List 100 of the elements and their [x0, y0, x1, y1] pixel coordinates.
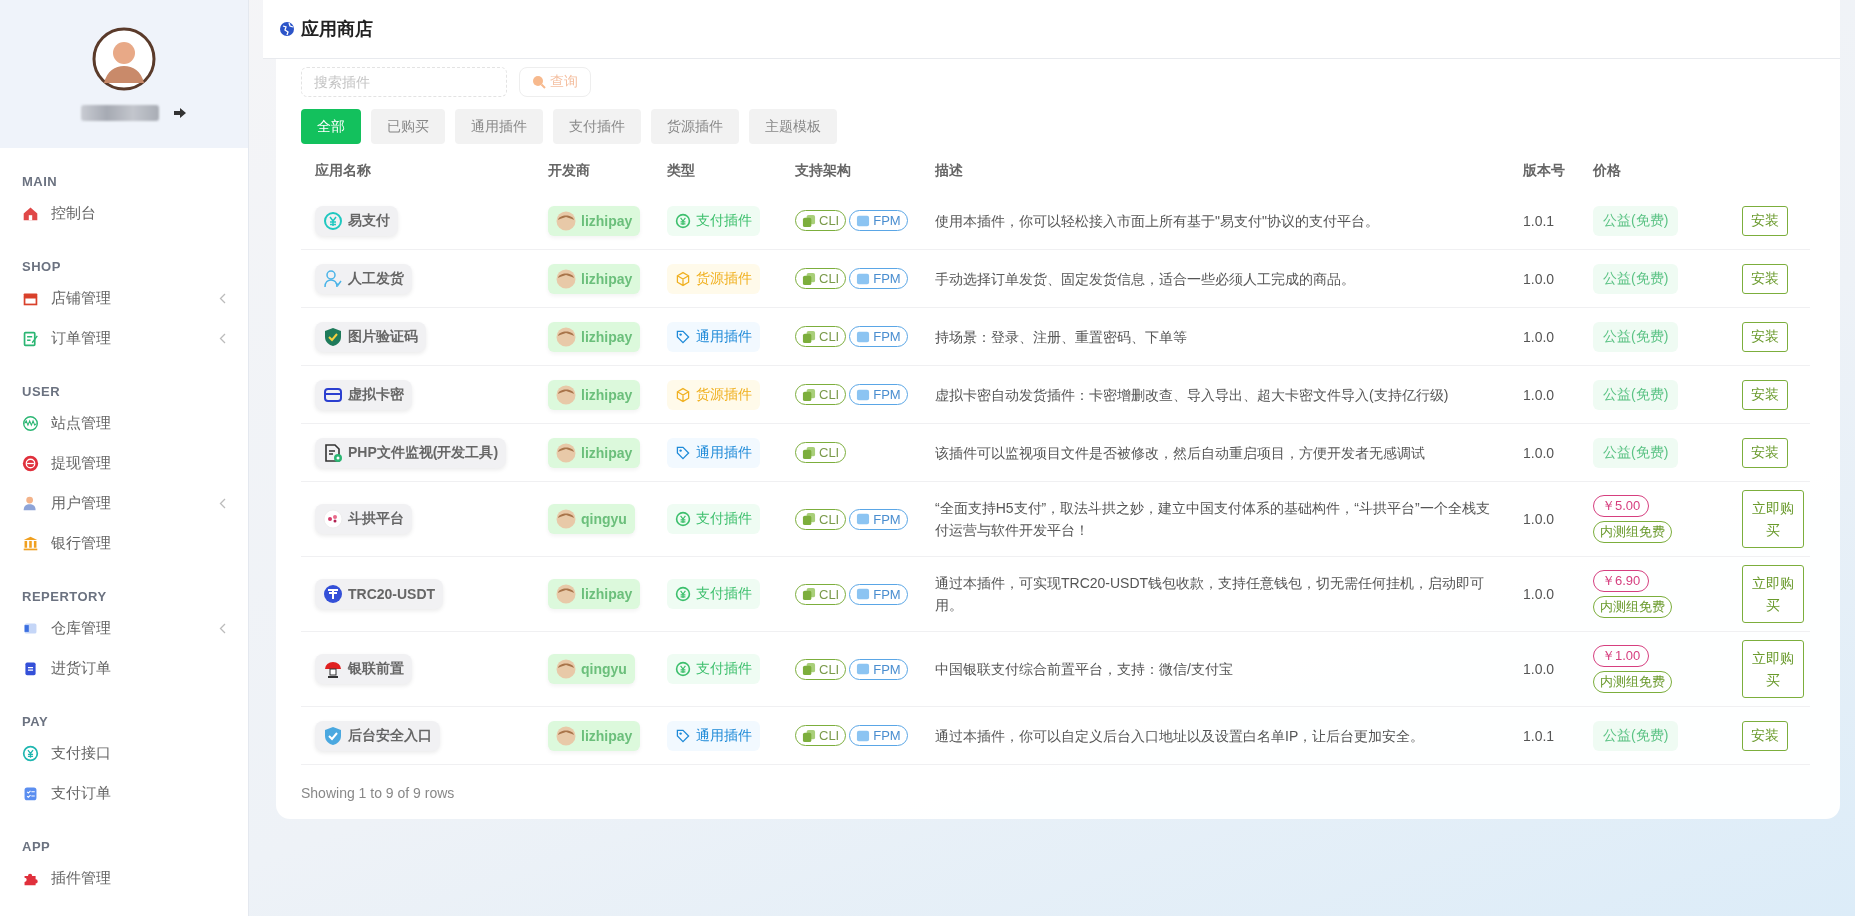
- type-badge: 支付插件: [667, 579, 760, 609]
- description-cell: 使用本插件，你可以轻松接入市面上所有基于"易支付"协议的支付平台。: [921, 192, 1509, 250]
- avatar: [556, 442, 576, 463]
- install-button[interactable]: 安装: [1742, 379, 1788, 410]
- version-cell: 1.0.0: [1509, 556, 1579, 632]
- version-cell: 1.0.0: [1509, 249, 1579, 308]
- copy-icon: [802, 728, 816, 743]
- column-header: 支持架构: [795, 162, 851, 178]
- sidebar-item[interactable]: 仓库管理: [0, 608, 248, 648]
- sidebar-item[interactable]: 站点管理: [0, 403, 248, 443]
- app-name: TRC20-USDT: [315, 579, 444, 609]
- square-icon: [856, 512, 871, 526]
- filter-tab[interactable]: 支付插件: [553, 109, 641, 144]
- install-button[interactable]: 安装: [1742, 720, 1788, 751]
- version-cell: 1.0.0: [1509, 423, 1579, 482]
- type-badge: 通用插件: [667, 720, 760, 751]
- install-button[interactable]: 安装: [1742, 205, 1788, 236]
- type-badge: 货源插件: [667, 263, 760, 294]
- sidebar-item[interactable]: 提现管理: [0, 443, 248, 483]
- developer-badge: lizhipay: [548, 437, 641, 468]
- bank-icon: [22, 534, 39, 552]
- description-cell: 手动选择订单发货、固定发货信息，适合一些必须人工完成的商品。: [921, 249, 1509, 308]
- flower-logo-icon: [323, 509, 343, 529]
- price-badge: 公益(免费): [1593, 720, 1679, 751]
- app-name: 斗拱平台: [315, 504, 412, 534]
- copy-icon: [802, 587, 816, 601]
- sidebar-item[interactable]: 支付订单: [0, 773, 248, 813]
- file-eye-icon: [323, 442, 343, 463]
- avatar: [556, 268, 576, 289]
- description-cell: 持场景：登录、注册、重置密码、下单等: [921, 307, 1509, 366]
- install-button[interactable]: 安装: [1742, 263, 1788, 294]
- filter-tab[interactable]: 货源插件: [651, 109, 739, 144]
- version-cell: 1.0.1: [1509, 192, 1579, 250]
- copy-icon: [802, 512, 816, 526]
- shield-icon: [323, 326, 343, 347]
- type-badge: 支付插件: [667, 504, 760, 534]
- tether-icon: [323, 584, 343, 604]
- sidebar-item[interactable]: 控制台: [0, 193, 248, 233]
- avatar: [556, 384, 576, 405]
- sidebar-item[interactable]: 进货订单: [0, 648, 248, 688]
- square-icon: [856, 587, 871, 601]
- edit-document-icon: [22, 329, 39, 347]
- install-button[interactable]: 安装: [1742, 437, 1788, 468]
- buy-button[interactable]: 立即购买: [1742, 490, 1804, 548]
- type-badge: 通用插件: [667, 437, 760, 468]
- filter-tab[interactable]: 全部: [301, 109, 361, 144]
- type-badge: 通用插件: [667, 321, 760, 352]
- developer-badge: lizhipay: [548, 579, 641, 609]
- price-badge: 公益(免费): [1593, 205, 1679, 236]
- section-heading: SHOP: [21, 259, 62, 274]
- wave-circle-icon: [22, 414, 39, 432]
- app-name: 易支付: [315, 205, 398, 236]
- column-header: 应用名称: [315, 162, 371, 178]
- cube-icon: [675, 270, 691, 287]
- copy-icon: [802, 662, 816, 676]
- sidebar-item[interactable]: 用户管理: [0, 483, 248, 523]
- tag-icon: [675, 328, 691, 345]
- description-cell: 虚拟卡密自动发货插件：卡密增删改查、导入导出、超大卡密文件导入(支持亿行级): [921, 365, 1509, 424]
- type-badge: 支付插件: [667, 654, 760, 684]
- version-cell: 1.0.1: [1509, 706, 1579, 765]
- sidebar-item[interactable]: 支付接口: [0, 733, 248, 773]
- sidebar-item[interactable]: 订单管理: [0, 318, 248, 358]
- version-cell: 1.0.0: [1509, 365, 1579, 424]
- square-icon: [856, 387, 871, 402]
- install-button[interactable]: 安装: [1742, 321, 1788, 352]
- section-heading: REPERTORY: [21, 589, 108, 604]
- user-icon: [22, 494, 39, 512]
- description-cell: “全面支持H5支付”，取法斗拱之妙，建立中国支付体系的基础构件，“斗拱平台”一个全栈支付运营与软件开发平台！: [921, 481, 1509, 557]
- description-cell: 通过本插件，你可以自定义后台入口地址以及设置白名单IP，让后台更加安全。: [921, 706, 1509, 765]
- square-icon: [856, 329, 871, 344]
- shield-check-icon: [323, 725, 343, 746]
- developer-badge: lizhipay: [548, 205, 641, 236]
- filter-tab[interactable]: 通用插件: [455, 109, 543, 144]
- yen-circle-icon: [22, 744, 39, 762]
- page-title: 应用商店: [301, 18, 373, 41]
- filter-tab[interactable]: 已购买: [371, 109, 445, 144]
- yen-circle-icon: [675, 586, 691, 602]
- search-field[interactable]: 搜索插件: [301, 67, 507, 97]
- column-header: 类型: [667, 162, 695, 178]
- sidebar-item[interactable]: 银行管理: [0, 523, 248, 563]
- copy-icon: [802, 213, 816, 228]
- buy-button[interactable]: 立即购买: [1742, 640, 1804, 698]
- buy-button[interactable]: 立即购买: [1742, 565, 1804, 623]
- avatar: [556, 725, 576, 746]
- copy-icon: [802, 271, 816, 286]
- developer-badge: lizhipay: [548, 379, 641, 410]
- price-badge: 公益(免费): [1593, 263, 1679, 294]
- section-heading: USER: [21, 384, 62, 399]
- search-icon: [532, 75, 546, 89]
- square-icon: [856, 662, 871, 676]
- sidebar-item[interactable]: 店铺管理: [0, 278, 248, 318]
- app-name: 银联前置: [315, 654, 412, 684]
- version-cell: 1.0.0: [1509, 307, 1579, 366]
- filter-tab[interactable]: 主题模板: [749, 109, 837, 144]
- avatar: [556, 659, 576, 679]
- sidebar-item[interactable]: 插件管理: [0, 858, 248, 898]
- exchange-circle-icon: [22, 454, 39, 472]
- developer-badge: qingyu: [548, 654, 635, 684]
- column-header: 价格: [1593, 162, 1621, 178]
- column-header: 开发商: [548, 162, 590, 178]
